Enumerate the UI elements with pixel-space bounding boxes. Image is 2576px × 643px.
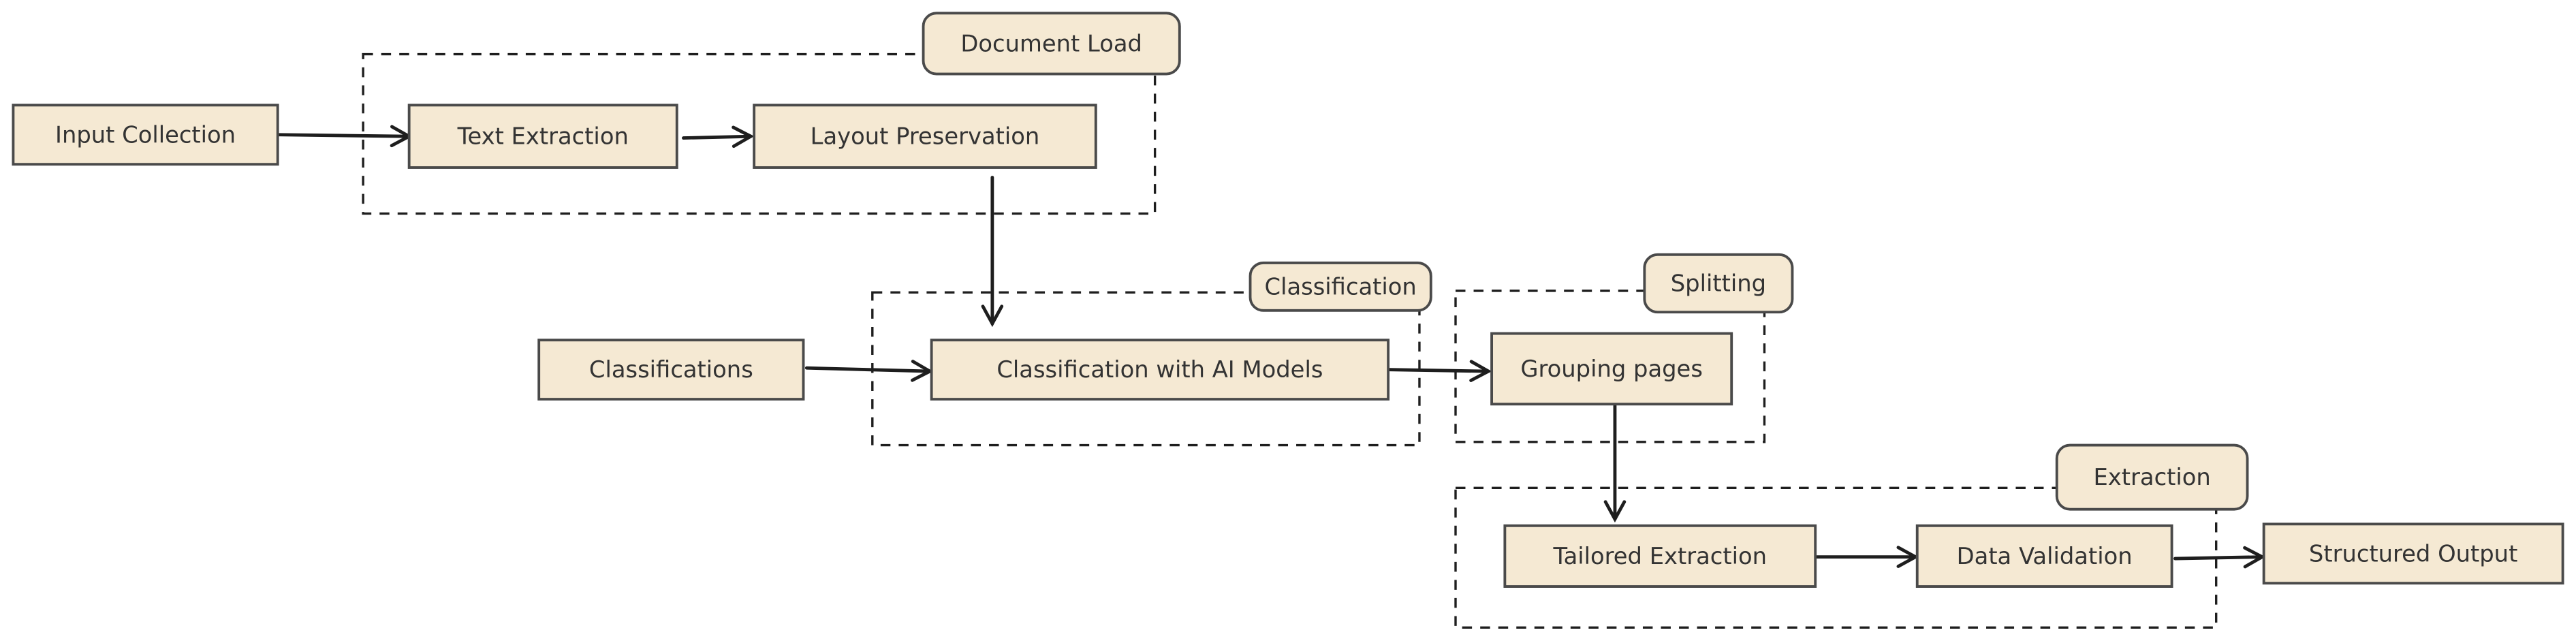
edge-classifications-to-classification-ai	[804, 360, 934, 382]
node-text-extraction[interactable]: Text Extraction	[407, 104, 678, 169]
edge-line	[276, 133, 411, 138]
group-label-text: Document Load	[960, 30, 1142, 57]
node-label: Grouping pages	[1520, 356, 1703, 382]
node-label: Classification with AI Models	[996, 356, 1323, 383]
group-label-text: Extraction	[2093, 464, 2210, 490]
group-classification-label: Classification	[1248, 261, 1432, 312]
group-document-load-label: Document Load	[922, 12, 1181, 76]
edge-layout-preservation-to-classification-ai	[981, 176, 1004, 328]
node-label: Text Extraction	[457, 123, 629, 150]
edge-line	[1388, 368, 1490, 373]
edge-text-extraction-to-layout-preservation	[682, 125, 755, 148]
node-label: Data Validation	[1957, 543, 2133, 569]
node-structured-output[interactable]: Structured Output	[2262, 522, 2564, 585]
node-classifications[interactable]: Classifications	[537, 339, 805, 401]
group-splitting-label: Splitting	[1643, 253, 1794, 314]
node-label: Tailored Extraction	[1553, 543, 1767, 569]
flow-diagram: Input Collection Text Extraction Layout Pr…	[12, 12, 2564, 629]
edge-classification-ai-to-grouping-pages	[1388, 360, 1492, 382]
node-data-validation[interactable]: Data Validation	[1915, 524, 2173, 588]
node-grouping-pages[interactable]: Grouping pages	[1490, 332, 1733, 406]
edge-data-validation-to-structured-output	[2173, 546, 2266, 569]
node-layout-preservation[interactable]: Layout Preservation	[753, 104, 1097, 169]
node-label: Structured Output	[2309, 540, 2517, 567]
node-label: Input Collection	[55, 121, 236, 148]
node-input-collection[interactable]: Input Collection	[12, 104, 279, 166]
edge-line	[682, 134, 753, 140]
edge-line	[804, 366, 932, 373]
node-tailored-extraction[interactable]: Tailored Extraction	[1503, 524, 1817, 588]
node-label: Layout Preservation	[811, 123, 1040, 150]
group-label-text: Classification	[1265, 273, 1417, 300]
edge-tailored-extraction-to-data-validation	[1815, 546, 1919, 568]
group-extraction-label: Extraction	[2055, 443, 2249, 511]
edge-grouping-pages-to-tailored-extraction	[1603, 404, 1627, 523]
node-label: Classifications	[589, 356, 753, 383]
node-classification-ai[interactable]: Classification with AI Models	[930, 339, 1390, 401]
group-label-text: Splitting	[1671, 270, 1766, 297]
edge-line	[2173, 555, 2264, 561]
edge-input-collection-to-text-extraction	[276, 125, 413, 148]
